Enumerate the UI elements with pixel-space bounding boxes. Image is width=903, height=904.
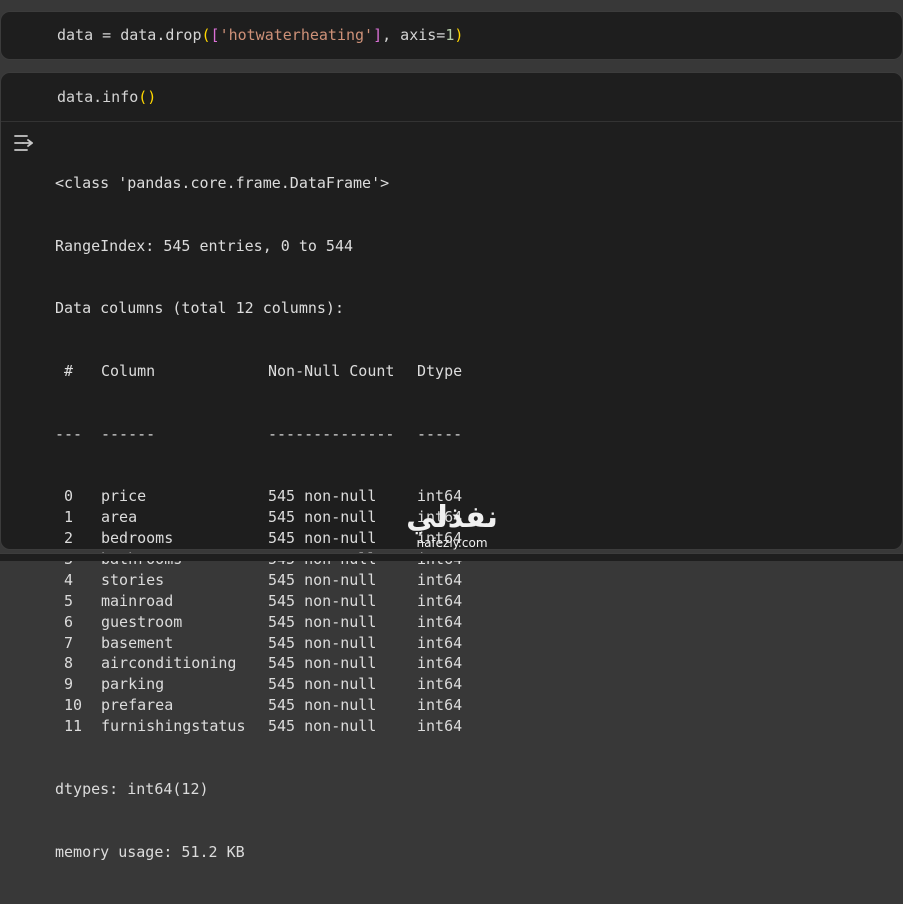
row-nonnull: 545 non-null <box>268 529 377 548</box>
table-row: 7 basement 545 non-null int64 <box>55 633 462 654</box>
row-nonnull: 545 non-null <box>268 591 377 610</box>
row-index: 11 <box>55 717 83 736</box>
info-table-header: # Column Non-Null Count Dtype <box>55 361 462 382</box>
close-bracket: ] <box>373 26 383 44</box>
row-dtype: int64 <box>417 591 463 610</box>
header-dtype: Dtype <box>417 361 463 380</box>
row-index: 4 <box>55 570 74 589</box>
row-dtype: int64 <box>417 570 463 589</box>
row-index: 5 <box>55 591 74 610</box>
header-nonnull: Non-Null Count <box>268 361 395 380</box>
code-cell-info[interactable]: data.info() <class 'pandas.core.frame.Da… <box>0 72 903 861</box>
nafezly-watermark: نفذلي nafezly.com <box>396 500 508 550</box>
code-editor-line[interactable]: data.info() <box>57 88 156 106</box>
watermark-arabic: نفذلي <box>406 500 498 535</box>
row-index: 8 <box>55 654 74 673</box>
row-column: guestroom <box>101 612 183 631</box>
row-column: furnishingstatus <box>101 717 246 736</box>
row-index: 1 <box>55 508 74 527</box>
row-nonnull: 545 non-null <box>268 508 377 527</box>
open-paren: ( <box>201 26 211 44</box>
row-nonnull: 545 non-null <box>268 487 377 506</box>
row-column: parking <box>101 675 165 694</box>
row-dtype: int64 <box>417 717 463 736</box>
output-columns-line: Data columns (total 12 columns): <box>55 299 344 318</box>
code-cell-drop[interactable]: data = data.drop(['hotwaterheating'], ax… <box>0 11 903 60</box>
table-row: 4 stories 545 non-null int64 <box>55 570 462 591</box>
code-text: , axis= <box>382 26 446 44</box>
row-column: stories <box>101 570 165 589</box>
output-class-line: <class 'pandas.core.frame.DataFrame'> <box>55 173 390 192</box>
header-column: Column <box>101 361 156 380</box>
info-table-separator: --- ------ -------------- ----- <box>55 424 462 445</box>
row-column: basement <box>101 633 174 652</box>
close-paren: ) <box>454 26 464 44</box>
code-text: data.info <box>57 88 139 106</box>
row-nonnull: 545 non-null <box>268 570 377 589</box>
separator-idx: --- <box>55 424 83 443</box>
separator-column: ------ <box>101 424 156 443</box>
row-index: 10 <box>55 696 83 715</box>
row-index: 9 <box>55 675 74 694</box>
row-column: bedrooms <box>101 529 174 548</box>
row-dtype: int64 <box>417 696 463 715</box>
row-dtype: int64 <box>417 633 463 652</box>
row-index: 7 <box>55 633 74 652</box>
table-row: 6 guestroom 545 non-null int64 <box>55 612 462 633</box>
separator-dtype: ----- <box>417 424 463 443</box>
string-literal: 'hotwaterheating' <box>219 26 374 44</box>
table-row: 11 furnishingstatus 545 non-null int64 <box>55 716 462 737</box>
row-nonnull: 545 non-null <box>268 612 377 631</box>
row-column: prefarea <box>101 696 174 715</box>
row-column: mainroad <box>101 591 174 610</box>
row-dtype: int64 <box>417 654 463 673</box>
output-range-line: RangeIndex: 545 entries, 0 to 544 <box>55 236 354 255</box>
row-nonnull: 545 non-null <box>268 717 377 736</box>
row-nonnull: 545 non-null <box>268 654 377 673</box>
separator-nonnull: -------------- <box>268 424 395 443</box>
table-row: 5 mainroad 545 non-null int64 <box>55 591 462 612</box>
table-row: 10 prefarea 545 non-null int64 <box>55 695 462 716</box>
parens: () <box>138 88 157 106</box>
watermark-latin: nafezly.com <box>416 536 488 550</box>
row-dtype: int64 <box>417 675 463 694</box>
table-row: 8 airconditioning 545 non-null int64 <box>55 653 462 674</box>
row-index: 0 <box>55 487 74 506</box>
row-nonnull: 545 non-null <box>268 633 377 652</box>
code-text: data = data.drop <box>57 26 202 44</box>
header-idx: # <box>55 361 74 380</box>
code-editor-line[interactable]: data = data.drop(['hotwaterheating'], ax… <box>57 26 463 44</box>
row-index: 6 <box>55 612 74 631</box>
row-column: price <box>101 487 147 506</box>
row-column: airconditioning <box>101 654 237 673</box>
row-column: area <box>101 508 138 527</box>
row-dtype: int64 <box>417 612 463 631</box>
row-index: 2 <box>55 529 74 548</box>
output-dtypes-line: dtypes: int64(12) <box>55 779 209 798</box>
output-toggle-icon[interactable] <box>13 132 37 154</box>
table-row: 9 parking 545 non-null int64 <box>55 674 462 695</box>
open-bracket: [ <box>210 26 220 44</box>
row-nonnull: 545 non-null <box>268 696 377 715</box>
output-memory-line: memory usage: 51.2 KB <box>55 842 245 861</box>
row-nonnull: 545 non-null <box>268 675 377 694</box>
output-divider <box>1 121 902 122</box>
